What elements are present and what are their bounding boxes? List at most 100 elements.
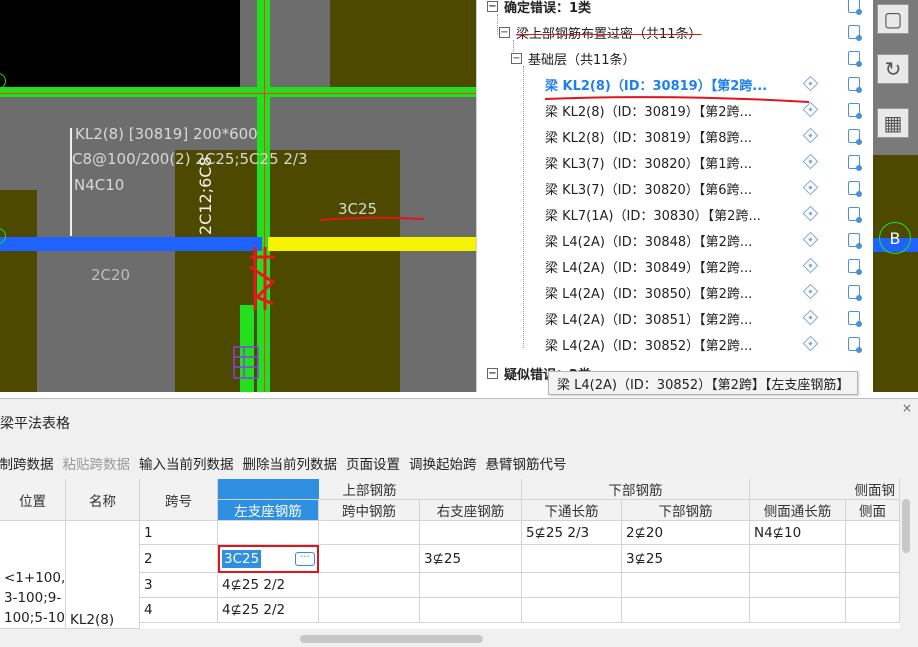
mid-span-cell[interactable] (319, 598, 420, 623)
locate-icon[interactable] (802, 231, 819, 248)
right-support-cell[interactable]: 3⊈25 (420, 545, 522, 573)
right-support-cell[interactable] (420, 598, 522, 623)
vertical-scrollbar[interactable] (902, 499, 910, 553)
tree-item[interactable]: 梁 KL3(7)（ID：30820）【第6跨... (477, 176, 873, 200)
tree-item[interactable]: 梁 KL3(7)（ID：30820）【第1跨... (477, 150, 873, 174)
side-through-cell[interactable] (750, 598, 846, 623)
header-right-support[interactable]: 右支座钢筋 (420, 500, 522, 521)
horizontal-scrollbar[interactable] (300, 635, 483, 643)
input-column-button[interactable]: 输入当前列数据 (139, 453, 234, 473)
header-mid-span[interactable]: 跨中钢筋 (319, 500, 420, 521)
locate-icon[interactable] (802, 75, 819, 92)
right-support-cell[interactable] (420, 521, 522, 545)
side-through-cell[interactable]: N4⊈10 (750, 521, 846, 545)
close-icon[interactable]: × (902, 401, 912, 415)
locate-icon[interactable] (802, 153, 819, 170)
tree-item[interactable]: 梁 L4(2A)（ID：30849）【第2跨... (477, 254, 873, 278)
position-cell[interactable]: <1+100, 3-100;9- 100;5-10 (0, 521, 66, 629)
export-doc-icon[interactable] (848, 25, 862, 41)
left-support-cell[interactable] (218, 521, 319, 545)
export-doc-icon[interactable] (848, 51, 862, 67)
blue-beam[interactable] (0, 237, 262, 251)
bottom-bar-cell[interactable]: 2⊈20 (622, 521, 750, 545)
export-doc-icon[interactable] (848, 337, 862, 353)
mid-span-cell[interactable] (319, 545, 420, 573)
rotate-icon[interactable]: ↻ (877, 54, 909, 84)
header-side-rebar-group[interactable]: 侧面钢 (750, 479, 900, 500)
side-through-cell[interactable] (750, 573, 846, 598)
tree-item[interactable]: 梁 L4(2A)（ID：30851）【第2跨... (477, 306, 873, 330)
export-doc-icon[interactable] (848, 77, 862, 93)
export-doc-icon[interactable] (848, 311, 862, 327)
header-side-through[interactable]: 侧面通长筋 (750, 500, 846, 521)
copy-span-button[interactable]: 复制跨数据 (0, 453, 54, 473)
collapse-toggle[interactable]: − (511, 52, 522, 64)
bottom-through-cell[interactable] (522, 598, 622, 623)
header-position[interactable]: 位置 (0, 479, 66, 521)
tree-group-confirmed[interactable]: − 确定错误：1类 (487, 0, 873, 18)
cube-view-icon[interactable]: ▢ (877, 4, 909, 34)
bottom-bar-cell[interactable] (622, 573, 750, 598)
bottom-through-cell[interactable]: 5⊈25 2/3 (522, 521, 622, 545)
collapse-toggle[interactable]: − (499, 26, 510, 38)
yellow-beam[interactable] (268, 237, 476, 251)
tree-item[interactable]: 梁 L4(2A)（ID：30850）【第2跨... (477, 280, 873, 304)
bottom-bar-cell[interactable]: 3⊈25 (622, 545, 750, 573)
more-options-icon[interactable]: ··· (295, 552, 315, 566)
mid-span-cell[interactable] (319, 573, 420, 598)
header-name[interactable]: 名称 (66, 479, 140, 521)
tree-item[interactable]: 梁 L4(2A)（ID：30848）【第2跨... (477, 228, 873, 252)
header-span[interactable]: 跨号 (140, 479, 218, 521)
header-top-rebar-group[interactable]: 上部钢筋 (218, 479, 522, 500)
locate-icon[interactable] (802, 179, 819, 196)
cad-viewport[interactable]: KL2(8) [30819] 200*600 C8@100/200(2) 2C2… (0, 0, 476, 392)
span-cell[interactable]: 3 (140, 573, 218, 598)
bottom-through-cell[interactable] (522, 545, 622, 573)
locate-icon[interactable] (802, 101, 819, 118)
side-through-cell[interactable] (750, 545, 846, 573)
header-bottom-rebar-group[interactable]: 下部钢筋 (522, 479, 750, 500)
span-cell[interactable]: 2 (140, 545, 218, 573)
swap-start-span-button[interactable]: 调换起始跨 (409, 453, 477, 473)
locate-icon[interactable] (802, 335, 819, 352)
header-side-other[interactable]: 侧面 (846, 500, 900, 521)
tree-item[interactable]: 梁 KL2(8)（ID：30819）【第2跨... (477, 98, 873, 122)
left-support-cell[interactable]: 4⊈25 2/2 (218, 598, 319, 623)
header-bottom-bar[interactable]: 下部钢筋 (622, 500, 750, 521)
left-support-edit-cell[interactable]: 3C25 ··· (218, 545, 319, 573)
side-other-cell[interactable] (846, 545, 900, 573)
span-cell[interactable]: 4 (140, 598, 218, 623)
export-doc-icon[interactable] (848, 155, 862, 171)
paste-span-button[interactable]: 粘贴跨数据 (63, 453, 131, 473)
bottom-bar-cell[interactable] (622, 598, 750, 623)
tree-item[interactable]: 梁 KL7(1A)（ID：30830）【第2跨... (477, 202, 873, 226)
tree-item[interactable]: 梁 KL2(8)（ID：30819）【第8跨... (477, 124, 873, 148)
tree-item[interactable]: 梁 L4(2A)（ID：30852）【第2跨... (477, 332, 873, 356)
left-support-cell[interactable]: 4⊈25 2/2 (218, 573, 319, 598)
header-left-support[interactable]: 左支座钢筋 (218, 500, 319, 521)
layout-icon[interactable]: ▦ (877, 108, 909, 138)
export-doc-icon[interactable] (848, 0, 862, 15)
export-doc-icon[interactable] (848, 181, 862, 197)
locate-icon[interactable] (802, 205, 819, 222)
collapse-toggle[interactable]: − (487, 367, 498, 379)
tree-layer[interactable]: − 基础层（共11条） (511, 46, 873, 70)
bottom-through-cell[interactable] (522, 573, 622, 598)
locate-icon[interactable] (802, 257, 819, 274)
beam-table[interactable]: 位置 名称 跨号 上部钢筋 下部钢筋 侧面钢 左支座钢筋 跨中钢筋 右支座钢筋 … (0, 479, 900, 629)
cantilever-code-button[interactable]: 悬臂钢筋代号 (486, 453, 567, 473)
green-beam-horizontal[interactable] (0, 87, 476, 97)
collapse-toggle[interactable]: − (487, 0, 498, 12)
locate-icon[interactable] (802, 283, 819, 300)
delete-column-button[interactable]: 删除当前列数据 (243, 453, 338, 473)
span-cell[interactable]: 1 (140, 521, 218, 545)
tree-category[interactable]: − 梁上部钢筋布置过密（共11条） (499, 20, 873, 44)
side-other-cell[interactable] (846, 521, 900, 545)
export-doc-icon[interactable] (848, 285, 862, 301)
left-support-input[interactable]: 3C25 (222, 550, 262, 568)
export-doc-icon[interactable] (848, 233, 862, 249)
right-support-cell[interactable] (420, 573, 522, 598)
export-doc-icon[interactable] (848, 259, 862, 275)
side-other-cell[interactable] (846, 573, 900, 598)
mid-span-cell[interactable] (319, 521, 420, 545)
